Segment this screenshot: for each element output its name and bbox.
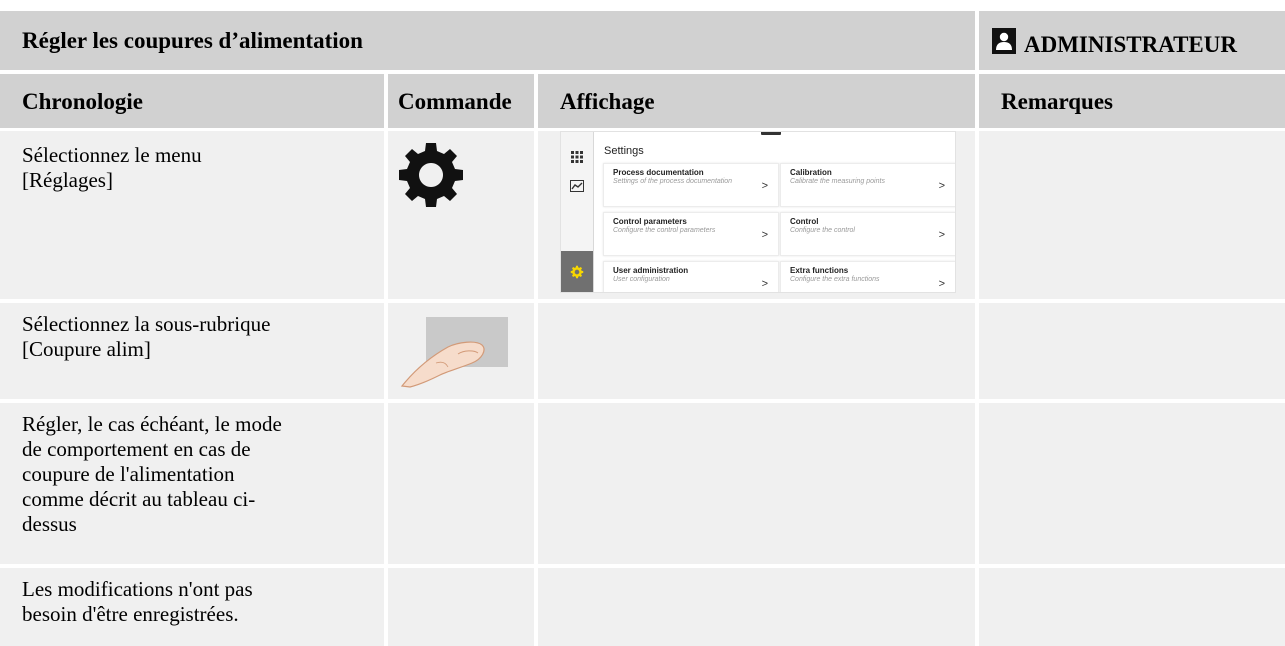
chart-icon — [560, 176, 593, 196]
tile-calibration[interactable]: Calibration Calibrate the measuring poin… — [780, 163, 956, 207]
tile-title: Calibration — [790, 168, 832, 177]
chevron-right-icon: > — [938, 278, 945, 290]
tile-subtitle: Configure the control parameters — [613, 227, 716, 234]
step-text: Les modifications n'ont pas besoin d'êtr… — [0, 568, 384, 646]
column-header-chronologie: Chronologie — [0, 74, 384, 128]
tile-control-parameters[interactable]: Control parameters Configure the control… — [603, 212, 779, 256]
table-row: Régler, le cas échéant, le mode de compo… — [0, 403, 1285, 564]
title-row: Régler les coupures d’alimentation ADMIN… — [0, 11, 1285, 70]
screen-sidebar — [560, 131, 594, 293]
column-header-affichage: Affichage — [538, 74, 975, 128]
step-text: Régler, le cas échéant, le mode de compo… — [0, 403, 384, 564]
table-row: Sélectionnez la sous-rubrique [Coupure a… — [0, 303, 1285, 399]
tile-title: Extra functions — [790, 266, 849, 275]
column-header-row: Chronologie Commande Affichage Remarques — [0, 74, 1285, 128]
table-row: Les modifications n'ont pas besoin d'êtr… — [0, 568, 1285, 646]
chevron-right-icon: > — [761, 229, 768, 241]
screen-drag-handle — [761, 131, 781, 135]
tile-process-documentation[interactable]: Process documentation Settings of the pr… — [603, 163, 779, 207]
screen-title: Settings — [604, 145, 644, 157]
chevron-right-icon: > — [938, 180, 945, 192]
remarks-cell — [979, 568, 1285, 646]
chevron-right-icon: > — [761, 180, 768, 192]
step-text: Sélectionnez la sous-rubrique [Coupure a… — [0, 303, 384, 399]
command-cell — [388, 568, 534, 646]
column-header-commande: Commande — [388, 74, 534, 128]
gear-icon — [399, 143, 463, 207]
tile-title: Control — [790, 217, 819, 226]
step-text: Sélectionnez le menu [Réglages] — [0, 131, 384, 299]
tile-title: User administration — [613, 266, 689, 275]
tile-title: Control parameters — [613, 217, 687, 226]
procedure-title: Régler les coupures d’alimentation — [0, 11, 975, 70]
settings-screen: Settings Process documentation Settings … — [560, 131, 956, 293]
remarks-cell — [979, 303, 1285, 399]
finger-tap-icon — [400, 317, 508, 388]
role-label: ADMINISTRATEUR — [1024, 31, 1237, 57]
display-cell — [538, 568, 975, 646]
cut-off-previous-text: · · · · · · · · · · · · · · · · · · · · … — [0, 0, 1285, 8]
user-icon — [992, 27, 1016, 54]
role-badge: ADMINISTRATEUR — [979, 11, 1285, 70]
gear-icon — [560, 251, 593, 293]
tile-subtitle: Configure the extra functions — [790, 276, 880, 283]
display-cell — [538, 403, 975, 564]
chevron-right-icon: > — [938, 229, 945, 241]
display-cell — [538, 303, 975, 399]
tile-user-administration[interactable]: User administration User configuration > — [603, 261, 779, 293]
tile-subtitle: Settings of the process documentation — [613, 178, 733, 185]
column-header-remarques: Remarques — [979, 74, 1285, 128]
tile-subtitle: User configuration — [613, 276, 670, 283]
tile-subtitle: Configure the control — [790, 227, 855, 234]
command-cell — [388, 131, 534, 299]
remarks-cell — [979, 131, 1285, 299]
tile-title: Process documentation — [613, 168, 704, 177]
grid-icon — [560, 147, 593, 167]
tile-subtitle: Calibrate the measuring points — [790, 178, 885, 185]
command-cell — [388, 303, 534, 399]
remarks-cell — [979, 403, 1285, 564]
tile-extra-functions[interactable]: Extra functions Configure the extra func… — [780, 261, 956, 293]
command-cell — [388, 403, 534, 564]
chevron-right-icon: > — [761, 278, 768, 290]
tile-control[interactable]: Control Configure the control > — [780, 212, 956, 256]
